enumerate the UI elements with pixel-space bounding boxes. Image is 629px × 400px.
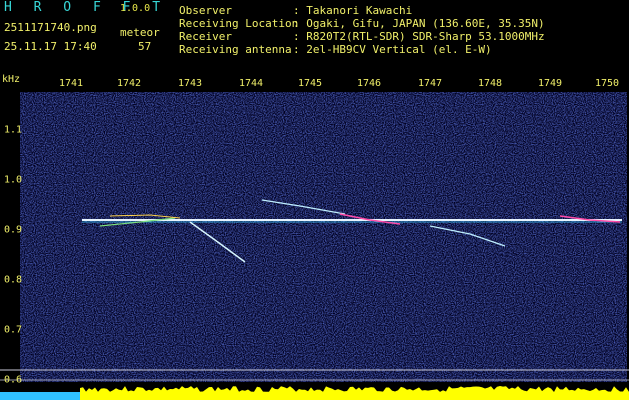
time-tick: 1749: [537, 78, 563, 89]
freq-tick: 0.7: [4, 324, 23, 336]
baseline-bar: [0, 392, 80, 400]
time-tick: 1747: [417, 78, 443, 89]
signal-level-graph: [80, 386, 629, 400]
time-tick: 1750: [594, 78, 620, 89]
axis-unit-label: kHz: [2, 74, 21, 85]
freq-tick: 0.6: [4, 374, 23, 386]
spectrogram-noise: [20, 92, 627, 382]
time-tick: 1743: [177, 78, 203, 89]
time-tick: 1744: [238, 78, 264, 89]
freq-tick: 1.0: [4, 174, 23, 186]
spectrogram: [0, 92, 629, 400]
signal-level-fill: [80, 386, 629, 400]
time-tick: 1746: [356, 78, 382, 89]
time-tick: 1748: [477, 78, 503, 89]
time-tick: 1742: [116, 78, 142, 89]
time-tick: 1741: [58, 78, 84, 89]
freq-tick: 0.9: [4, 224, 23, 236]
time-tick: 1745: [297, 78, 323, 89]
hrofft-window: { "app": { "title": "H R O F F T", "vers…: [0, 0, 629, 400]
freq-tick: 0.8: [4, 274, 23, 286]
freq-tick: 1.1: [4, 124, 23, 136]
